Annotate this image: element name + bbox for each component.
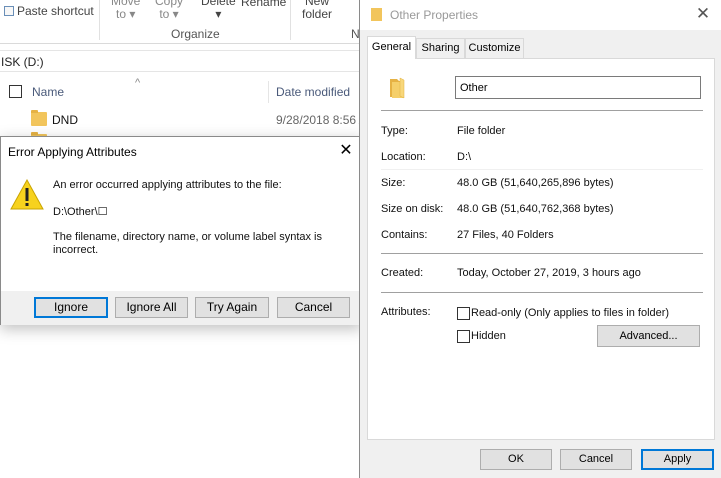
size-label: Size: <box>381 177 406 189</box>
copy-to-dropdown: to ▾ <box>159 7 179 21</box>
read-only-label[interactable]: Read-only (Only applies to files in fold… <box>471 307 669 319</box>
name-column-header[interactable]: Name <box>32 85 64 99</box>
warning-icon <box>10 179 44 210</box>
list-item[interactable]: DND 9/28/2018 8:56 A <box>0 109 367 131</box>
hidden-checkbox[interactable] <box>457 330 470 343</box>
properties-title: Other Properties <box>390 8 479 22</box>
contains-label: Contains: <box>381 229 428 241</box>
ribbon-separator <box>290 0 291 40</box>
dialog-body: An error occurred applying attributes to… <box>1 167 361 325</box>
delete-button[interactable]: Delete ▾ <box>201 0 236 21</box>
advanced-button[interactable]: Advanced... <box>597 325 700 347</box>
large-folder-icon <box>390 77 405 99</box>
ignore-all-button[interactable]: Ignore All <box>115 297 188 318</box>
ribbon: Paste shortcut Move to ▾ Copy to ▾ Delet… <box>0 0 362 44</box>
ribbon-separator <box>99 0 100 40</box>
new-folder-button[interactable]: New folder <box>302 0 332 21</box>
new-folder-label-2: folder <box>302 7 333 21</box>
ok-button[interactable]: OK <box>480 449 552 470</box>
sort-ascending-icon: ^ <box>135 77 141 89</box>
close-icon[interactable]: ✕ <box>685 0 721 30</box>
cancel-button[interactable]: Cancel <box>560 449 632 470</box>
created-label: Created: <box>381 267 424 279</box>
size-on-disk-value: 48.0 GB (51,640,762,368 bytes) <box>457 203 614 215</box>
folder-icon <box>31 110 47 126</box>
tab-sharing[interactable]: Sharing <box>416 38 465 58</box>
attributes-label: Attributes: <box>381 306 431 318</box>
delete-dropdown: ▾ <box>215 7 222 21</box>
paste-shortcut-label: Paste shortcut <box>17 4 94 18</box>
spacer <box>381 169 703 170</box>
properties-dialog: Other Properties ✕ General Sharing Custo… <box>359 0 721 478</box>
try-again-button[interactable]: Try Again <box>195 297 269 318</box>
divider <box>381 110 703 111</box>
date-modified-column-header[interactable]: Date modified <box>276 85 350 99</box>
general-tab-panel: Type: File folder Location: D:\ Size: 48… <box>367 58 715 440</box>
rename-button[interactable]: Rename <box>241 0 286 9</box>
file-date: 9/28/2018 8:56 A <box>276 113 367 127</box>
organize-group-label: Organize <box>171 27 220 41</box>
folder-name-input[interactable] <box>455 76 701 99</box>
location-value: D:\ <box>457 151 472 163</box>
divider <box>381 253 703 254</box>
close-icon[interactable]: ✕ <box>331 137 361 167</box>
dialog-titlebar: Error Applying Attributes ✕ <box>1 137 361 167</box>
error-dialog: Error Applying Attributes ✕ An error occ… <box>0 136 362 325</box>
cancel-button[interactable]: Cancel <box>277 297 350 318</box>
error-detail: The filename, directory name, or volume … <box>53 231 323 243</box>
size-value: 48.0 GB (51,640,265,896 bytes) <box>457 177 614 189</box>
dialog-title: Error Applying Attributes <box>8 145 137 159</box>
dialog-footer: Ignore Ignore All Try Again Cancel <box>1 291 361 325</box>
rename-label: Rename <box>241 0 287 9</box>
apply-button[interactable]: Apply <box>641 449 714 470</box>
divider <box>381 292 703 293</box>
column-divider[interactable] <box>268 81 269 103</box>
contains-value: 27 Files, 40 Folders <box>457 229 554 241</box>
type-value: File folder <box>457 125 506 137</box>
column-header: ^ Name Date modified <box>0 77 362 106</box>
tab-general[interactable]: General <box>367 36 416 59</box>
move-to-dropdown: to ▾ <box>115 7 136 21</box>
location-label: Location: <box>381 151 426 163</box>
size-on-disk-label: Size on disk: <box>381 203 444 215</box>
paste-shortcut-icon <box>4 6 14 16</box>
paste-shortcut-button[interactable]: Paste shortcut <box>4 4 94 18</box>
folder-icon <box>371 8 382 21</box>
error-message: An error occurred applying attributes to… <box>53 179 282 191</box>
tab-customize[interactable]: Customize <box>465 38 524 58</box>
copy-to-button[interactable]: Copy to ▾ <box>155 0 183 21</box>
error-detail-2: incorrect. <box>53 244 99 256</box>
created-value: Today, October 27, 2019, 3 hours ago <box>457 267 641 279</box>
address-bar[interactable]: ISK (D:) <box>0 50 362 72</box>
read-only-checkbox[interactable] <box>457 307 470 320</box>
ignore-button[interactable]: Ignore <box>34 297 108 318</box>
type-label: Type: <box>381 125 408 137</box>
address-text: ISK (D:) <box>1 55 44 69</box>
properties-titlebar: Other Properties ✕ <box>360 0 721 30</box>
hidden-label[interactable]: Hidden <box>471 330 506 342</box>
file-name: DND <box>52 113 78 127</box>
move-to-button[interactable]: Move to ▾ <box>111 0 140 21</box>
error-path: D:\Other\☐ <box>53 206 108 218</box>
select-all-checkbox[interactable] <box>9 85 22 98</box>
